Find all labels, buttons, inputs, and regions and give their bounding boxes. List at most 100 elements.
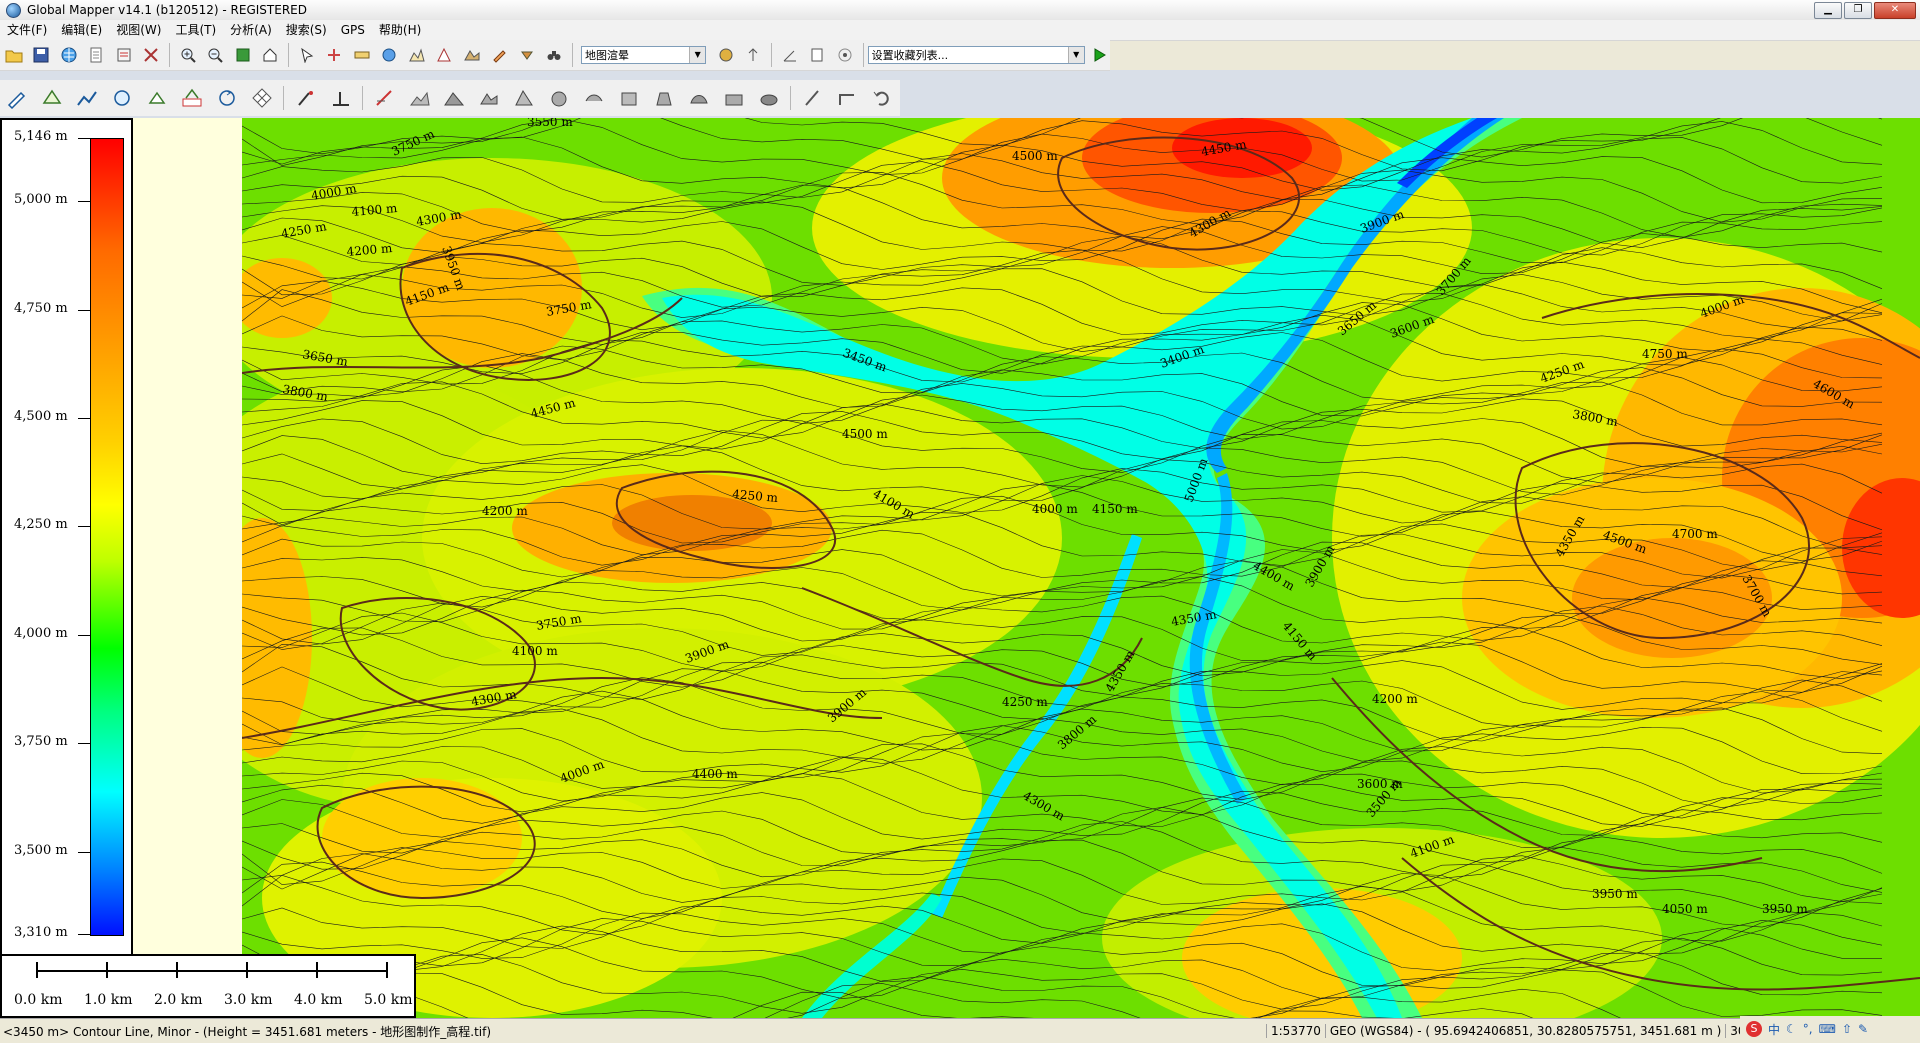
view-shed-icon[interactable] bbox=[432, 43, 456, 67]
open-folder-icon[interactable] bbox=[2, 43, 26, 67]
contour-label: 4200 m bbox=[1372, 692, 1418, 706]
minimize-button[interactable]: ▁ bbox=[1814, 2, 1842, 19]
legend-tick bbox=[78, 526, 90, 528]
ime-mode-label[interactable]: 中 bbox=[1768, 1021, 1780, 1038]
terrain-b-icon[interactable] bbox=[439, 82, 470, 114]
menu-gps[interactable]: GPS bbox=[334, 20, 372, 40]
scale-label: 2.0 km bbox=[154, 992, 203, 1008]
ime-logo-icon[interactable]: S bbox=[1746, 1021, 1762, 1037]
dropdown-tool-icon[interactable] bbox=[515, 43, 539, 67]
digitizer-toolbar bbox=[0, 80, 900, 116]
measure-angle-icon[interactable] bbox=[778, 43, 802, 67]
window-title: Global Mapper v14.1 (b120512) - REGISTER… bbox=[27, 3, 307, 17]
scale-tick bbox=[246, 962, 248, 978]
legend-tick bbox=[78, 138, 90, 139]
create-circle-icon[interactable] bbox=[107, 82, 138, 114]
save-icon[interactable] bbox=[30, 43, 54, 67]
menu-help[interactable]: 帮助(H) bbox=[372, 20, 428, 40]
menu-analysis[interactable]: 分析(A) bbox=[223, 20, 279, 40]
terrain-a-icon[interactable] bbox=[404, 82, 435, 114]
document-icon[interactable] bbox=[85, 43, 109, 67]
join-line-icon[interactable] bbox=[832, 82, 863, 114]
menu-search[interactable]: 搜索(S) bbox=[279, 20, 334, 40]
gps-icon[interactable] bbox=[833, 43, 857, 67]
system-tray: S 中 ☾ °, ⌨ ⇧ ✎ bbox=[1740, 1016, 1920, 1042]
scale-line bbox=[36, 970, 388, 972]
vertical-exag-icon[interactable] bbox=[742, 43, 766, 67]
layers-icon[interactable] bbox=[112, 43, 136, 67]
status-feature-info: <3450 m> Contour Line, Minor - (Height =… bbox=[3, 1024, 492, 1039]
rotate-feature-icon[interactable] bbox=[212, 82, 243, 114]
home-icon[interactable] bbox=[258, 43, 282, 67]
run-play-icon[interactable] bbox=[1089, 44, 1111, 66]
shader-settings-icon[interactable] bbox=[714, 43, 738, 67]
moon-icon[interactable]: ☾ bbox=[1786, 1022, 1797, 1036]
punctuation-icon[interactable]: °, bbox=[1803, 1022, 1813, 1036]
contour-label: 4750 m bbox=[1642, 347, 1688, 361]
legend-tick bbox=[78, 934, 90, 935]
code-icon[interactable] bbox=[177, 82, 208, 114]
globe-icon[interactable] bbox=[57, 43, 81, 67]
scale-bar: 0.0 km 1.0 km 2.0 km 3.0 km 4.0 km 5.0 km bbox=[0, 954, 416, 1018]
zoom-out-icon[interactable] bbox=[203, 43, 227, 67]
terrain-j-icon[interactable] bbox=[718, 82, 749, 114]
scale-label: 0.0 km bbox=[14, 992, 63, 1008]
legend-color-ramp bbox=[90, 138, 124, 936]
pan-icon[interactable] bbox=[322, 43, 346, 67]
terrain-h-icon[interactable] bbox=[649, 82, 680, 114]
edit-feature-icon[interactable] bbox=[2, 82, 33, 114]
terrain-e-icon[interactable] bbox=[544, 82, 575, 114]
title-bar: Global Mapper v14.1 (b120512) - REGISTER… bbox=[0, 0, 1920, 21]
digitizer-icon[interactable] bbox=[487, 43, 511, 67]
map-view[interactable]: 3550 m 3750 m 4000 m 4100 m 4250 m 4300 m 4200… bbox=[242, 118, 1920, 1018]
legend-label: 3,310 m bbox=[14, 925, 68, 940]
insert-vertex-icon[interactable] bbox=[325, 82, 356, 114]
grid-icon[interactable] bbox=[246, 82, 277, 114]
binoculars-icon[interactable] bbox=[542, 43, 566, 67]
move-vertex-icon[interactable] bbox=[290, 82, 321, 114]
measure-icon[interactable] bbox=[350, 43, 374, 67]
legend-label: 5,146 m bbox=[14, 129, 68, 144]
favorites-select[interactable]: 设置收藏列表... ▼ bbox=[867, 46, 1085, 64]
zoom-full-icon[interactable] bbox=[231, 43, 255, 67]
terrain-i-icon[interactable] bbox=[683, 82, 714, 114]
render-mode-select[interactable]: 地图渲晕 ▼ bbox=[580, 46, 707, 64]
zoom-in-icon[interactable] bbox=[176, 43, 200, 67]
create-line-icon[interactable] bbox=[72, 82, 103, 114]
path-profile-icon[interactable] bbox=[405, 43, 429, 67]
close-button[interactable]: ✕ bbox=[1874, 2, 1916, 19]
separator bbox=[790, 86, 792, 110]
3d-view-icon[interactable] bbox=[460, 43, 484, 67]
feature-info-icon[interactable] bbox=[806, 43, 830, 67]
terrain-k-icon[interactable] bbox=[753, 82, 784, 114]
select-icon[interactable] bbox=[295, 43, 319, 67]
keyboard-icon[interactable]: ⌨ bbox=[1819, 1022, 1836, 1036]
menu-bar: 文件(F) 编辑(E) 视图(W) 工具(T) 分析(A) 搜索(S) GPS … bbox=[0, 20, 1920, 41]
terrain-g-icon[interactable] bbox=[614, 82, 645, 114]
status-coordinates: GEO (WGS84) - ( 95.6942406851, 30.828057… bbox=[1324, 1024, 1725, 1038]
menu-view[interactable]: 视图(W) bbox=[109, 20, 168, 40]
undo-icon[interactable] bbox=[867, 82, 898, 114]
create-point-icon[interactable] bbox=[142, 82, 173, 114]
terrain-f-icon[interactable] bbox=[579, 82, 610, 114]
menu-file[interactable]: 文件(F) bbox=[0, 20, 54, 40]
split-line-icon[interactable] bbox=[797, 82, 828, 114]
terrain-d-icon[interactable] bbox=[509, 82, 540, 114]
menu-tools[interactable]: 工具(T) bbox=[168, 20, 223, 40]
contour-label: 4500 m bbox=[1012, 149, 1058, 163]
create-area-icon[interactable] bbox=[37, 82, 68, 114]
info-icon[interactable] bbox=[377, 43, 401, 67]
legend-tick bbox=[78, 634, 90, 636]
draw-contour-icon[interactable] bbox=[369, 82, 400, 114]
upload-icon[interactable]: ⇧ bbox=[1842, 1022, 1852, 1036]
legend-label: 4,750 m bbox=[14, 300, 68, 316]
restore-button[interactable]: ❐ bbox=[1844, 2, 1872, 19]
contour-label: 4000 m bbox=[1032, 502, 1078, 516]
menu-edit[interactable]: 编辑(E) bbox=[54, 20, 109, 40]
terrain-map[interactable]: 3550 m3750 m4000 m4100 m4250 m4300 m4200… bbox=[242, 118, 1920, 1018]
tools-icon[interactable] bbox=[140, 43, 164, 67]
contour-label: 4100 m bbox=[512, 644, 558, 658]
chevron-down-icon: ▼ bbox=[1067, 47, 1084, 63]
wrench-icon[interactable]: ✎ bbox=[1858, 1022, 1868, 1036]
terrain-c-icon[interactable] bbox=[474, 82, 505, 114]
